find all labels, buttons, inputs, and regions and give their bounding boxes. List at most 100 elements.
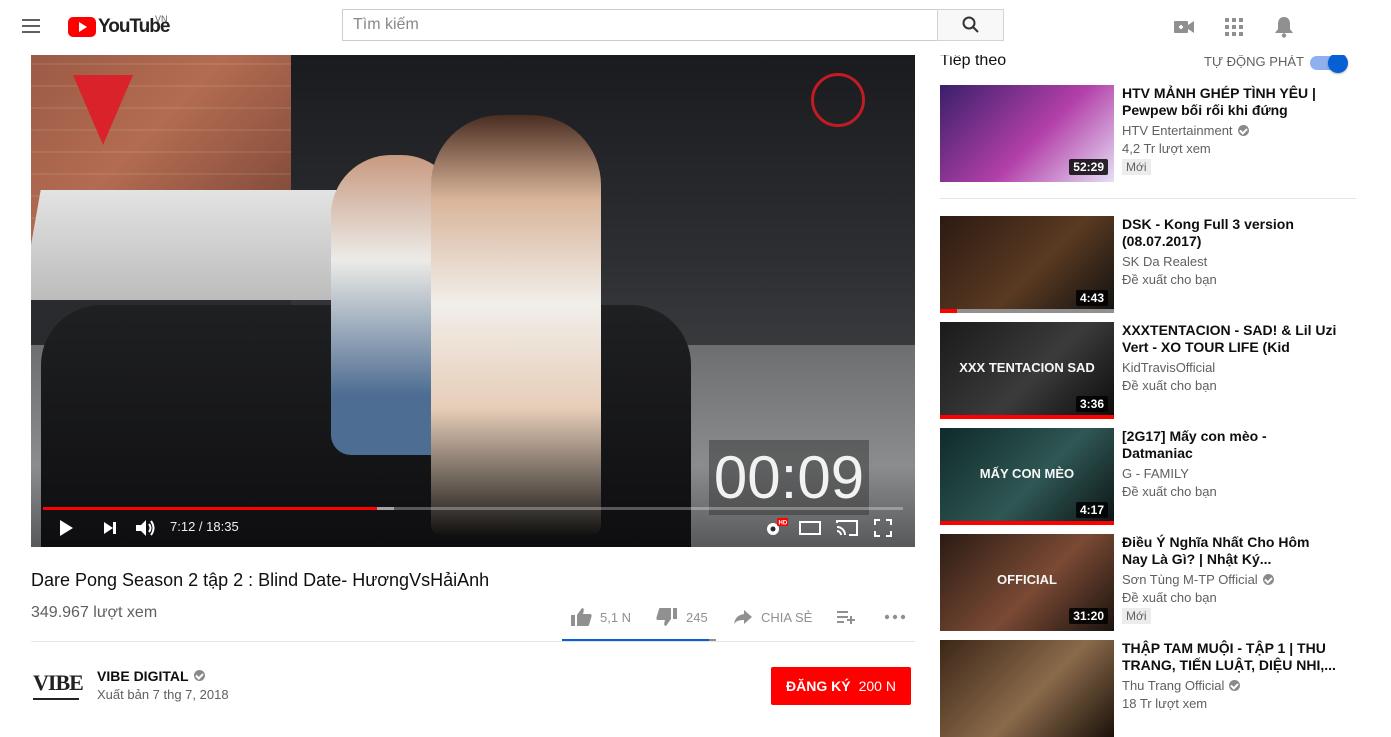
- video-thumbnail[interactable]: 4:43: [940, 216, 1114, 313]
- channel-name-text: KidTravisOfficial: [1122, 360, 1216, 375]
- recommended-video-title[interactable]: THẬP TAM MUỘI - TẬP 1 | THU TRANG, TIẾN …: [1122, 640, 1337, 674]
- search-icon: [962, 16, 979, 33]
- more-actions-button[interactable]: [884, 607, 906, 627]
- hamburger-menu-icon[interactable]: [20, 16, 44, 38]
- search-input[interactable]: Tìm kiếm: [342, 9, 937, 41]
- notifications-bell-icon[interactable]: [1272, 15, 1296, 39]
- play-button[interactable]: [57, 516, 75, 540]
- duration-badge: 31:20: [1069, 608, 1108, 624]
- settings-gear-icon: HD: [767, 518, 788, 535]
- autoplay-toggle[interactable]: [1310, 53, 1348, 73]
- new-badge: Mới: [1122, 159, 1151, 175]
- duration-badge: 4:17: [1075, 502, 1108, 518]
- seek-bar[interactable]: [43, 507, 903, 510]
- add-to-playlist-button[interactable]: [836, 607, 856, 627]
- recommended-video-meta: 18 Tr lượt xem: [1122, 696, 1208, 711]
- watched-progress-bar: [940, 521, 1114, 525]
- recommended-video-meta: 4,2 Tr lượt xem: [1122, 141, 1211, 156]
- recommended-video[interactable]: OFFICIAL 31:20 Điều Ý Nghĩa Nhất Cho Hôm N…: [940, 534, 1360, 631]
- recommended-video-meta: Đề xuất cho bạn: [1122, 590, 1217, 605]
- subscriber-count: 200 N: [858, 678, 896, 694]
- cast-icon: [836, 520, 858, 536]
- new-badge: Mới: [1122, 608, 1151, 624]
- fullscreen-button[interactable]: [874, 516, 892, 540]
- verified-badge-icon: [193, 670, 205, 681]
- divider: [940, 198, 1356, 199]
- thumbs-down-icon: [656, 608, 677, 626]
- recommended-video[interactable]: XXX TENTACION SAD 3:36 XXXTENTACION - SAD!…: [940, 322, 1360, 419]
- dislike-button[interactable]: 245: [656, 607, 708, 627]
- cast-button[interactable]: [835, 516, 859, 540]
- dislike-count: 245: [686, 609, 708, 625]
- gshop-watermark-icon: [811, 73, 865, 127]
- verified-badge-icon: [1229, 680, 1241, 691]
- next-button[interactable]: [101, 516, 119, 540]
- time-display: 7:12 / 18:35: [170, 519, 239, 534]
- duration-badge: 52:29: [1069, 159, 1108, 175]
- recommended-video[interactable]: MẤY CON MÈO 4:17 [2G17] Mấy con mèo - Datm…: [940, 428, 1360, 525]
- autoplay-label: TỰ ĐỘNG PHÁT: [1204, 54, 1304, 69]
- thumbnail-caption: OFFICIAL: [997, 572, 1057, 587]
- thumbs-up-icon: [571, 608, 592, 626]
- skip-next-icon: [104, 522, 116, 534]
- search-button[interactable]: [937, 9, 1004, 41]
- countdown-overlay: 00:09: [709, 440, 869, 515]
- recommended-video-title[interactable]: HTV MẢNH GHÉP TÌNH YÊU | Pewpew bối rối …: [1122, 85, 1337, 119]
- country-code: VN: [155, 14, 168, 24]
- create-video-icon[interactable]: [1172, 15, 1196, 39]
- channel-name[interactable]: VIBE DIGITAL: [97, 668, 205, 684]
- recommended-video-title[interactable]: XXXTENTACION - SAD! & Lil Uzi Vert - XO …: [1122, 322, 1337, 356]
- masthead: YouTube VN Tìm kiếm: [0, 0, 1391, 55]
- channel-name-text: Sơn Tùng M-TP Official: [1122, 572, 1258, 587]
- watched-progress-bar: [940, 309, 1114, 313]
- share-arrow-icon: [734, 610, 752, 624]
- channel-name-text: SK Da Realest: [1122, 254, 1208, 269]
- share-button[interactable]: CHIA SẺ: [733, 607, 812, 627]
- play-icon: [60, 520, 73, 536]
- recommended-video-title[interactable]: [2G17] Mấy con mèo - Datmaniac: [1122, 428, 1337, 462]
- recommended-video-meta: Đề xuất cho bạn: [1122, 484, 1217, 499]
- volume-icon: [136, 520, 155, 536]
- theater-mode-button[interactable]: [799, 516, 821, 540]
- recommended-video-channel[interactable]: HTV Entertainment: [1122, 123, 1249, 138]
- recommended-video-channel[interactable]: KidTravisOfficial: [1122, 360, 1215, 375]
- recommended-video-channel[interactable]: Thu Trang Official: [1122, 678, 1241, 693]
- more-horizontal-icon: [884, 614, 906, 620]
- share-label: CHIA SẺ: [761, 609, 813, 625]
- video-thumbnail[interactable]: MẤY CON MÈO 4:17: [940, 428, 1114, 525]
- recommended-video-title[interactable]: Điều Ý Nghĩa Nhất Cho Hôm Nay Là Gì? | N…: [1122, 534, 1337, 568]
- like-button[interactable]: 5,1 N: [570, 607, 631, 627]
- video-player[interactable]: 00:09 7:12 / 18:35 HD: [31, 55, 915, 547]
- video-frame-person: [431, 115, 601, 535]
- channel-avatar[interactable]: VIBE: [33, 672, 84, 700]
- svg-text:HD: HD: [779, 521, 788, 527]
- channel-name-text: G - FAMILY: [1122, 466, 1189, 481]
- apps-grid-icon[interactable]: [1222, 15, 1246, 39]
- video-thumbnail[interactable]: XXX TENTACION SAD 3:36: [940, 322, 1114, 419]
- verified-badge-icon: [1262, 574, 1274, 585]
- duration-badge: 3:36: [1075, 396, 1108, 412]
- thumbnail-caption: XXX TENTACION SAD: [959, 360, 1095, 375]
- search-placeholder: Tìm kiếm: [353, 16, 419, 33]
- recommended-video[interactable]: 4:43 DSK - Kong Full 3 version (08.07.201…: [940, 216, 1360, 313]
- youtube-play-icon: [68, 17, 96, 37]
- settings-button[interactable]: HD: [764, 516, 788, 540]
- video-thumbnail[interactable]: [940, 640, 1114, 737]
- video-thumbnail[interactable]: OFFICIAL 31:20: [940, 534, 1114, 631]
- subscribe-label: ĐĂNG KÝ: [786, 678, 851, 694]
- recommended-video-channel[interactable]: Sơn Tùng M-TP Official: [1122, 572, 1274, 587]
- recommended-video-channel[interactable]: SK Da Realest: [1122, 254, 1207, 269]
- recommended-video[interactable]: 52:29 HTV MẢNH GHÉP TÌNH YÊU | Pewpew bối…: [940, 85, 1360, 182]
- youtube-logo[interactable]: YouTube VN: [68, 13, 170, 41]
- recommended-video[interactable]: THẬP TAM MUỘI - TẬP 1 | THU TRANG, TIẾN …: [940, 640, 1360, 737]
- recommended-video-title[interactable]: DSK - Kong Full 3 version (08.07.2017): [1122, 216, 1337, 250]
- recommended-video-channel[interactable]: G - FAMILY: [1122, 466, 1189, 481]
- watched-progress-fill: [940, 415, 1114, 419]
- subscribe-button[interactable]: ĐĂNG KÝ 200 N: [771, 667, 911, 705]
- watched-progress-bar: [940, 415, 1114, 419]
- volume-button[interactable]: [134, 516, 158, 540]
- video-thumbnail[interactable]: 52:29: [940, 85, 1114, 182]
- watched-progress-fill: [940, 521, 1114, 525]
- vibe-watermark-icon: [73, 75, 133, 145]
- divider: [31, 641, 915, 642]
